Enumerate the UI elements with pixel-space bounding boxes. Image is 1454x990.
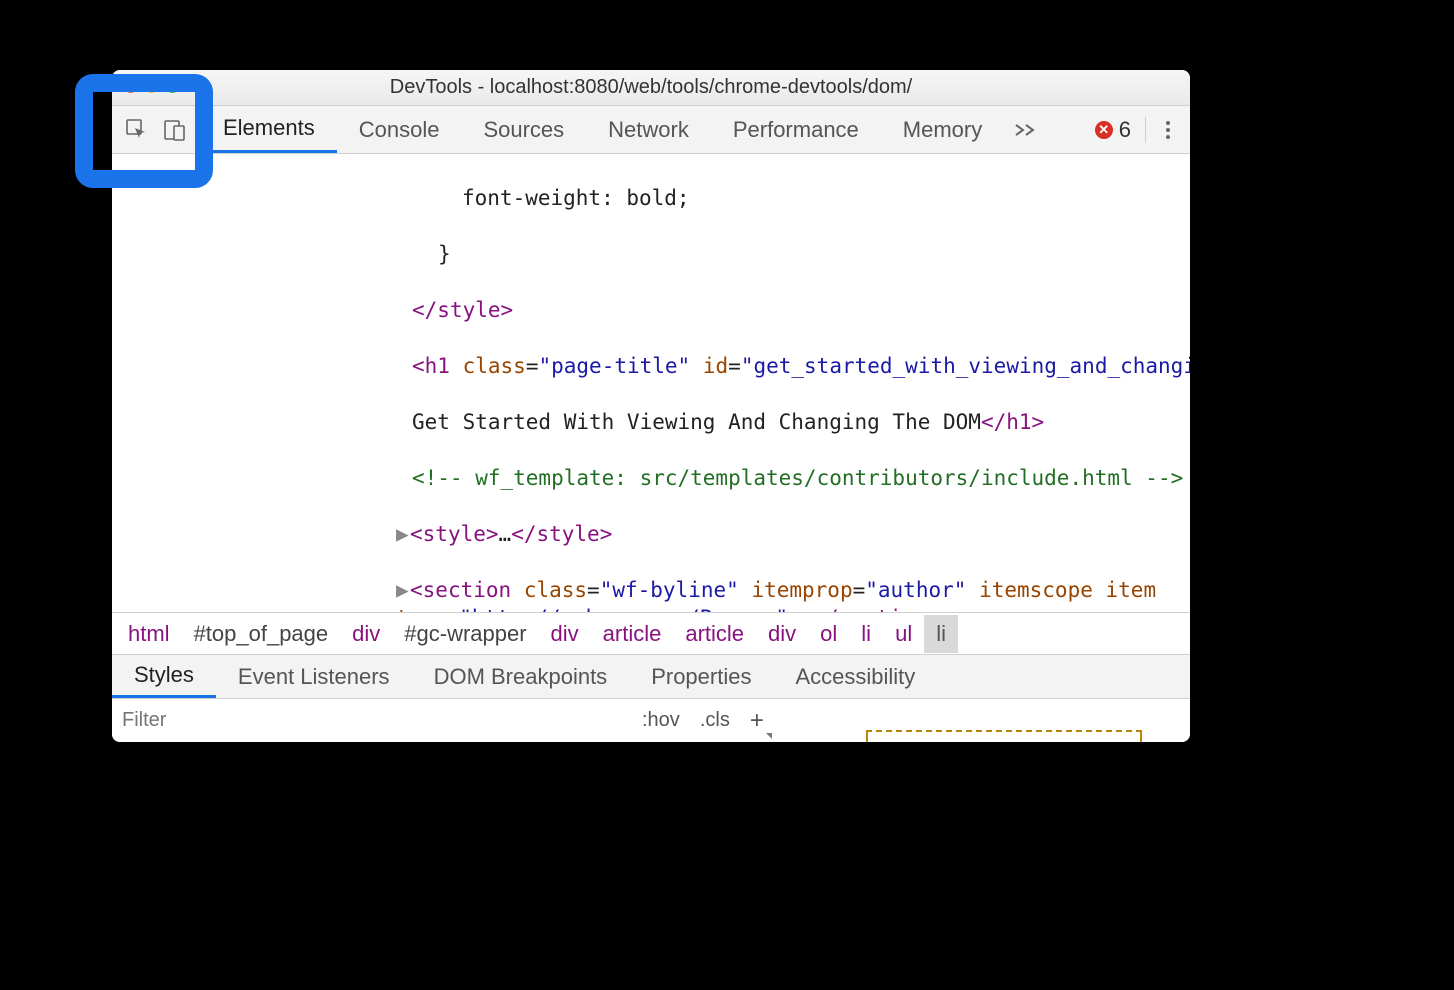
tabs-overflow-icon[interactable] (1004, 106, 1046, 153)
devtools-window: DevTools - localhost:8080/web/tools/chro… (112, 70, 1190, 742)
dom-line[interactable]: Get Started With Viewing And Changing Th… (112, 408, 1190, 436)
subtab-styles[interactable]: Styles (112, 655, 216, 698)
crumb-top-of-page[interactable]: #top_of_page (182, 615, 341, 653)
dom-line[interactable]: ▶<style>…</style> (112, 520, 1190, 548)
crumb-article[interactable]: article (591, 615, 674, 653)
panel-tabs: Elements Console Sources Network Perform… (201, 106, 1095, 153)
tab-sources[interactable]: Sources (461, 106, 586, 153)
window-titlebar: DevTools - localhost:8080/web/tools/chro… (112, 70, 1190, 106)
crumb-ol[interactable]: ol (808, 615, 849, 653)
zoom-window-icon[interactable] (166, 80, 179, 93)
dom-breadcrumb[interactable]: html #top_of_page div #gc-wrapper div ar… (112, 612, 1190, 654)
close-window-icon[interactable] (124, 80, 137, 93)
main-toolbar: Elements Console Sources Network Perform… (112, 106, 1190, 154)
subtab-dom-breakpoints[interactable]: DOM Breakpoints (412, 655, 630, 698)
tab-console[interactable]: Console (337, 106, 462, 153)
crumb-ul[interactable]: ul (883, 615, 924, 653)
styles-filter-bar: :hov .cls + (112, 698, 1190, 742)
crumb-div[interactable]: div (539, 615, 591, 653)
dom-tree[interactable]: font-weight: bold; } </style> <h1 class=… (112, 154, 1190, 612)
device-toolbar-icon[interactable] (162, 117, 188, 143)
error-icon: ✕ (1095, 121, 1113, 139)
hov-button[interactable]: :hov (642, 709, 680, 732)
dom-line[interactable]: <!-- wf_template: src/templates/contribu… (112, 464, 1190, 492)
cls-button[interactable]: .cls (700, 709, 730, 732)
new-style-rule-icon[interactable]: + (750, 707, 764, 735)
tab-network[interactable]: Network (586, 106, 711, 153)
crumb-gc-wrapper[interactable]: #gc-wrapper (392, 615, 538, 653)
traffic-lights[interactable] (124, 80, 179, 93)
subtab-properties[interactable]: Properties (629, 655, 773, 698)
styles-subtabs: Styles Event Listeners DOM Breakpoints P… (112, 654, 1190, 698)
subtab-event-listeners[interactable]: Event Listeners (216, 655, 412, 698)
box-model-preview (866, 730, 1142, 742)
separator (1145, 117, 1146, 143)
crumb-div[interactable]: div (756, 615, 808, 653)
crumb-html[interactable]: html (116, 615, 182, 653)
crumb-li-selected[interactable]: li (924, 615, 958, 653)
crumb-li[interactable]: li (849, 615, 883, 653)
tab-memory[interactable]: Memory (881, 106, 1004, 153)
error-count: 6 (1119, 117, 1131, 143)
crumb-div[interactable]: div (340, 615, 392, 653)
dom-line[interactable]: font-weight: bold; (112, 184, 1190, 212)
dom-line[interactable]: </style> (112, 296, 1190, 324)
dom-line[interactable]: } (112, 240, 1190, 268)
crumb-article[interactable]: article (673, 615, 756, 653)
styles-filter-input[interactable] (112, 699, 632, 742)
subtab-accessibility[interactable]: Accessibility (773, 655, 937, 698)
kebab-menu-icon[interactable] (1160, 121, 1176, 139)
tab-elements[interactable]: Elements (201, 106, 337, 153)
minimize-window-icon[interactable] (145, 80, 158, 93)
tab-performance[interactable]: Performance (711, 106, 881, 153)
dom-line[interactable]: <h1 class="page-title" id="get_started_w… (112, 352, 1190, 380)
dom-line[interactable]: ▶<section class="wf-byline" itemprop="au… (112, 576, 1190, 612)
window-title: DevTools - localhost:8080/web/tools/chro… (390, 76, 912, 99)
inspect-element-icon[interactable] (124, 117, 150, 143)
error-count-badge[interactable]: ✕ 6 (1095, 117, 1131, 143)
